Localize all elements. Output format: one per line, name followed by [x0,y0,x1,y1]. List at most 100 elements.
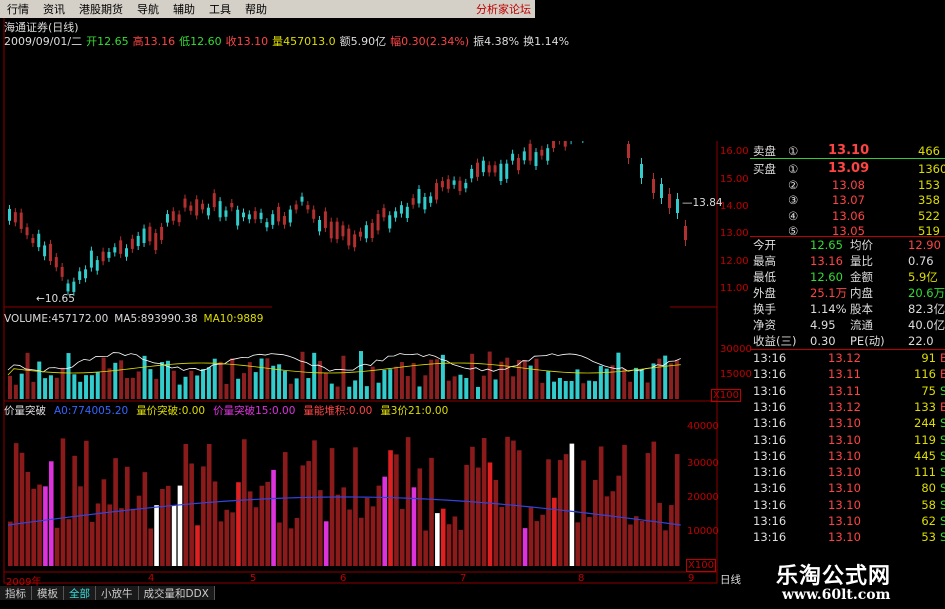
tab-xiaofangniu[interactable]: 小放牛 [96,586,139,600]
tab-volume-ddx[interactable]: 成交量和DDX [138,586,215,600]
volume-bar [177,384,182,399]
candle [382,208,386,218]
ticks-panel: 13:16 13.12 91 B 13:16 13.11 116 B 13:16 13.11 75 S… [750,350,945,560]
candle [265,222,269,228]
menu-quotes[interactable]: 行情 [0,1,36,17]
candle [142,228,146,243]
price-axis-label: 11.00 [720,283,749,294]
candle [464,182,468,189]
volume-bar [522,360,527,399]
stat-value: 12.65 [810,238,843,252]
volume-bar [323,372,328,399]
tick-direction: S [940,432,945,447]
tick-time: 13:16 [753,530,787,545]
volume-bar [645,382,650,399]
candle [312,209,316,219]
indicator-bar [534,521,540,566]
stat-value: 12.60 [810,270,843,284]
stat-key: PE(动) [850,334,885,348]
indicator-bar [557,460,563,566]
volume-bar [540,382,545,399]
candle [446,179,450,189]
x-axis-label: 6 [340,573,347,584]
volume-bar [557,377,562,399]
volume-bar [446,380,451,399]
indicator-bar [19,452,25,566]
volume-bar [376,382,381,399]
indicator-bar [476,467,481,566]
tick-price: 13.11 [828,383,861,398]
candle [125,248,128,257]
indicator-bar [119,508,124,566]
menu-tools[interactable]: 工具 [202,1,238,17]
forum-link[interactable]: 分析家论坛 [476,1,535,17]
ohlc-info: 2009/09/01/二 开12.65 高13.16 低12.60 收13.10 量457… [4,33,573,49]
indicator-bar [78,486,83,566]
tick-price: 13.10 [828,416,861,431]
candle [19,212,23,229]
chart-overlay-box [272,284,670,322]
tick-row: 13:16 13.10 62 S [750,513,945,529]
volume-bar [575,369,580,399]
tick-time: 13:16 [753,432,787,447]
stat-value: 1.14% [810,302,847,316]
indicator-a: A0:774005.20 [54,405,129,417]
indicator-bar [552,497,557,566]
menu-hk-futures[interactable]: 港股期货 [72,1,130,17]
volume-bar [481,375,486,399]
indicator-bar [663,530,668,566]
tick-row: 13:16 13.12 133 B [750,399,945,415]
x-axis-label: 5 [250,573,257,584]
candle [160,226,164,240]
tick-direction: S [940,383,945,398]
menu-help[interactable]: 帮助 [238,1,274,17]
tab-template[interactable]: 模板 [32,586,64,600]
tick-direction: S [940,465,945,480]
indicator-bar [224,509,230,566]
ma5-label: MA5:893990.38 [114,313,198,325]
ma10-label: MA10:9889 [203,313,264,325]
volume-bar [458,374,463,399]
candle [493,165,497,173]
stat-key: 净资 [753,318,776,332]
menu-assist[interactable]: 辅助 [166,1,202,17]
indicator-e: 量3价21:0.00 [380,405,449,417]
indicator-bar [429,457,434,566]
volume-bar [19,373,24,399]
candle [101,251,105,262]
stat-key: 量比 [850,254,873,268]
volume-bar [622,368,627,399]
candle [165,214,169,223]
low-value: 低12.60 [179,35,222,48]
indicator-bar [247,491,253,566]
sell-price: 13.10 [828,143,870,158]
volume-bar [516,359,521,399]
volume-bar [125,377,129,399]
tick-volume: 133 [914,399,936,414]
buy-price: 13.06 [832,208,865,223]
volume-bar [288,383,293,399]
tab-indicator[interactable]: 指标 [0,586,32,600]
volume-bar [218,361,223,399]
menu-news[interactable]: 资讯 [36,1,72,17]
candle [218,201,222,218]
tick-volume: 91 [921,351,936,365]
volume-bar [312,352,317,399]
period-label: 日线 [720,574,741,586]
indicator-bar [154,505,159,566]
candle [95,260,99,271]
candle [136,235,140,247]
menu-navigate[interactable]: 导航 [130,1,166,17]
volume-bar [435,359,440,399]
high-marker: —13.84 [682,197,723,209]
indicator-bar [148,528,153,566]
indicator-bar [31,488,36,566]
tab-all[interactable]: 全部 [64,586,96,600]
indicator-bar [306,461,311,566]
stat-value: 12.90 [908,238,941,252]
volume-bar [84,375,89,399]
tick-volume: 53 [921,530,936,545]
volume-bar [300,351,305,399]
candle [300,196,304,202]
tick-volume: 445 [914,448,936,463]
